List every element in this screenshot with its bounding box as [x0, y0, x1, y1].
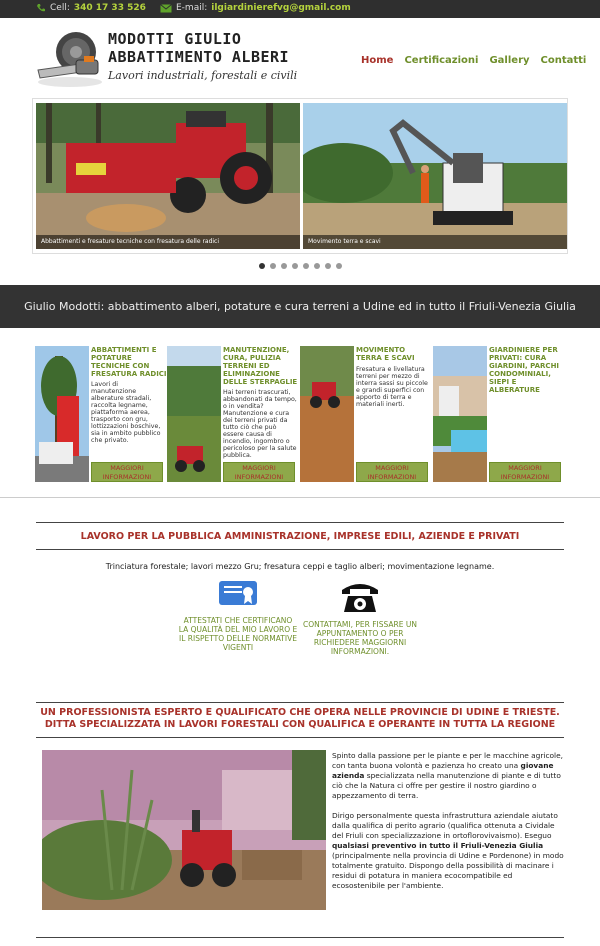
nav-gallery[interactable]: Gallery — [489, 55, 529, 66]
divider — [36, 702, 564, 703]
logo-title-line1: MODOTTI GIULIO — [108, 30, 242, 48]
service-image-tree-cutting — [35, 346, 89, 482]
logo-tagline: Lavori industriali, forestali e civili — [108, 69, 298, 82]
image-slider[interactable]: Abbattimenti e fresature tecniche con fr… — [32, 98, 568, 254]
slider-dot-3[interactable] — [281, 263, 287, 269]
tractor-photo — [36, 103, 300, 249]
slider-dot-4[interactable] — [292, 263, 298, 269]
divider — [36, 549, 564, 550]
slide-caption: Movimento terra e scavi — [303, 235, 567, 249]
certificate-icon — [219, 581, 257, 605]
slide-caption: Abbattimenti e fresature tecniche con fr… — [36, 235, 300, 249]
telephone-icon — [342, 584, 378, 612]
feature-certifications[interactable]: ATTESTATI CHE CERTIFICANO LA QUALITÀ DEL… — [178, 580, 298, 652]
feature-text: CONTATTAMI, PER FISSARE UN APPUNTAMENTO … — [303, 620, 417, 656]
logo-title-line2: ABBATTIMENTO ALBERI — [108, 48, 290, 66]
nav-contatti[interactable]: Contatti — [541, 55, 587, 66]
garden-tractor-photo — [42, 750, 326, 910]
slide-excavator[interactable]: Movimento terra e scavi — [303, 103, 567, 249]
service-image-garden — [433, 346, 487, 482]
service-image-land-clearing — [167, 346, 221, 482]
service-description: Lavori di manutenzione alberature strada… — [91, 381, 161, 444]
divider — [36, 522, 564, 523]
service-description: Fresatura e livellatura terreni per mezz… — [356, 366, 428, 408]
service-title: MANUTENZIONE, CURA, PULIZIA TERRENI ED E… — [223, 346, 298, 386]
more-info-button[interactable]: MAGGIORI INFORMAZIONI — [489, 462, 561, 482]
about-text: Spinto dalla passione per le piante e pe… — [332, 751, 564, 901]
services-summary: Trinciatura forestale; lavori mezzo Gru;… — [105, 562, 495, 571]
email-label: E-mail: — [176, 3, 208, 13]
main-nav: Home Certificazioni Gallery Contatti — [361, 55, 586, 66]
garden-photo-image — [42, 750, 326, 910]
service-card: MOVIMENTO TERRA E SCAVI Fresatura e live… — [300, 346, 430, 482]
service-image-earthmoving — [300, 346, 354, 482]
slide-tractor[interactable]: Abbattimenti e fresature tecniche con fr… — [36, 103, 300, 249]
service-card: ABBATTIMENTI E POTATURE TECNICHE CON FRE… — [35, 346, 167, 482]
divider — [36, 937, 564, 938]
slider-dot-5[interactable] — [303, 263, 309, 269]
section-heading-professional: UN PROFESSIONISTA ESPERTO E QUALIFICATO … — [40, 707, 560, 718]
nav-certificazioni[interactable]: Certificazioni — [404, 55, 478, 66]
envelope-icon — [160, 3, 172, 12]
slider-dot-1[interactable] — [259, 263, 265, 269]
phone-contact: Cell: 340 17 33 526 — [36, 3, 146, 13]
slider-pagination — [259, 263, 342, 269]
intro-band: Giulio Modotti: abbattimento alberi, pot… — [0, 285, 600, 328]
slider-dot-6[interactable] — [314, 263, 320, 269]
service-title: GIARDINIERE PER PRIVATI: CURA GIARDINI, … — [489, 346, 560, 394]
top-contact-bar: Cell: 340 17 33 526 E-mail: ilgiardinier… — [0, 0, 600, 18]
slider-dot-2[interactable] — [270, 263, 276, 269]
service-card: MANUTENZIONE, CURA, PULIZIA TERRENI ED E… — [167, 346, 297, 482]
email-contact: E-mail: ilgiardinierefvg@gmail.com — [160, 3, 351, 13]
phone-icon — [37, 4, 45, 12]
slider-dot-7[interactable] — [325, 263, 331, 269]
about-paragraph-2: Dirigo personalmente questa infrastruttu… — [332, 811, 564, 890]
more-info-button[interactable]: MAGGIORI INFORMAZIONI — [91, 462, 163, 482]
chainsaw-logo-icon — [37, 32, 102, 87]
feature-contact[interactable]: CONTATTAMI, PER FISSARE UN APPUNTAMENTO … — [300, 580, 420, 656]
excavator-photo — [303, 103, 567, 249]
service-description: Hai terreni trascurati, abbandonati da t… — [223, 389, 297, 459]
service-title: MOVIMENTO TERRA E SCAVI — [356, 346, 415, 362]
services-section: ABBATTIMENTI E POTATURE TECNICHE CON FRE… — [0, 328, 600, 498]
phone-label: Cell: — [50, 3, 70, 13]
section-heading-clients: LAVORO PER LA PUBBLICA AMMINISTRAZIONE, … — [80, 531, 520, 542]
feature-text: ATTESTATI CHE CERTIFICANO LA QUALITÀ DEL… — [178, 616, 298, 652]
slider-dot-8[interactable] — [336, 263, 342, 269]
service-title: ABBATTIMENTI E POTATURE TECNICHE CON FRE… — [91, 346, 167, 378]
section-heading-specialized: DITTA SPECIALIZZATA IN LAVORI FORESTALI … — [44, 719, 556, 730]
email-address[interactable]: ilgiardinierefvg@gmail.com — [211, 3, 350, 13]
service-card: GIARDINIERE PER PRIVATI: CURA GIARDINI, … — [433, 346, 563, 482]
nav-home[interactable]: Home — [361, 55, 393, 66]
site-logo[interactable]: MODOTTI GIULIO ABBATTIMENTO ALBERI Lavor… — [36, 26, 316, 92]
divider — [36, 737, 564, 738]
more-info-button[interactable]: MAGGIORI INFORMAZIONI — [356, 462, 428, 482]
more-info-button[interactable]: MAGGIORI INFORMAZIONI — [223, 462, 295, 482]
about-paragraph-1: Spinto dalla passione per le piante e pe… — [332, 751, 563, 800]
phone-number[interactable]: 340 17 33 526 — [74, 3, 146, 13]
